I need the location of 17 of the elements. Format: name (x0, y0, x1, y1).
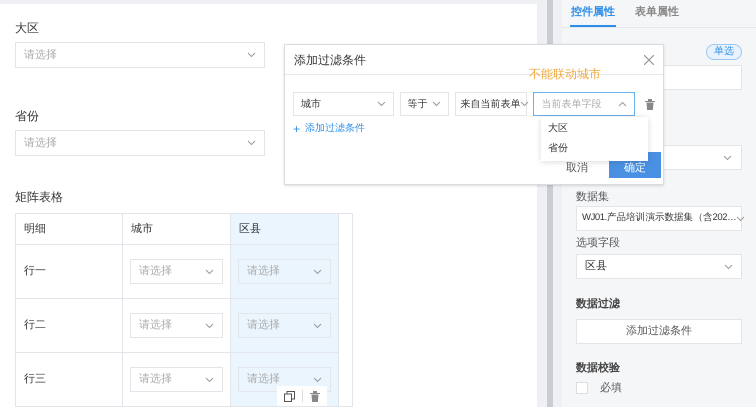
section-title: 数据过滤 (576, 297, 621, 311)
section-title: 数据校验 (576, 361, 621, 375)
section-title: 矩阵表格 (15, 189, 64, 205)
row-label: 行三 (23, 372, 46, 388)
annotation-text: 不能联动城市 (529, 66, 601, 82)
type-badge: 单选 (706, 44, 742, 60)
checkbox-label: 必填 (600, 380, 622, 396)
field-label: 选项字段 (576, 236, 621, 250)
column-header: 明细 (24, 222, 46, 237)
row-label: 行二 (23, 318, 46, 334)
field-label: 大区 (15, 20, 40, 36)
column-header: 区县 (239, 222, 262, 237)
dialog-title: 添加过滤条件 (294, 52, 366, 68)
field-label: 省份 (15, 108, 40, 124)
field-label: 数据集 (576, 190, 610, 204)
column-header: 城市 (131, 222, 154, 237)
row-label: 行一 (23, 264, 46, 280)
